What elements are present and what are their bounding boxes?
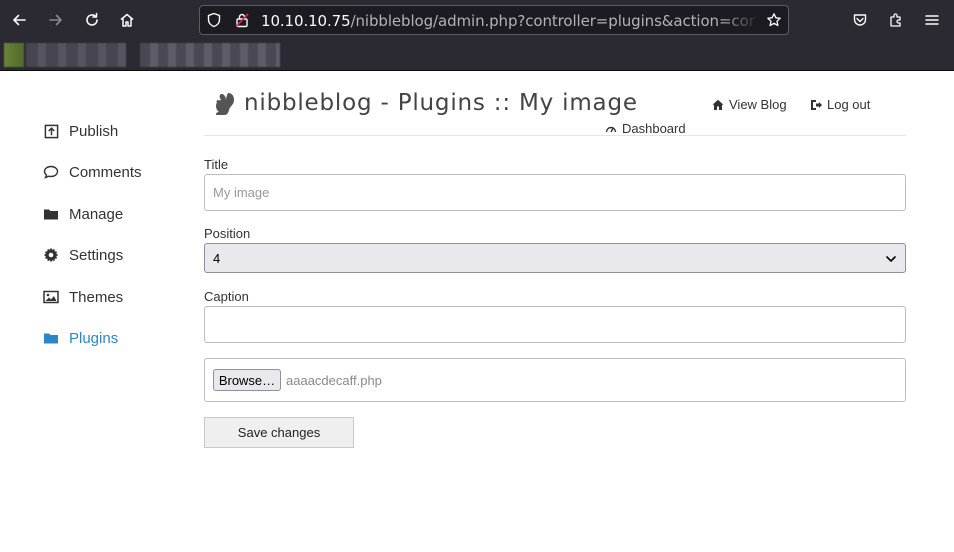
bookmark-favicon-blurred[interactable] — [4, 43, 24, 67]
bookmark-item-blurred[interactable] — [140, 43, 280, 67]
position-select-value: 4 — [213, 250, 221, 266]
home-icon — [120, 13, 134, 27]
sidebar-item-plugins[interactable]: Plugins — [42, 326, 118, 350]
forward-arrow-icon — [49, 14, 62, 26]
shield-icon[interactable] — [206, 12, 222, 28]
dashboard-link[interactable]: Dashboard — [605, 121, 686, 136]
forward-button[interactable] — [42, 6, 70, 34]
folder-open-icon — [42, 329, 60, 347]
caption-label: Caption — [204, 289, 249, 304]
position-select[interactable]: 4 — [204, 243, 906, 273]
page-title: nibbleblog - Plugins :: My image — [244, 90, 638, 116]
home-button[interactable] — [113, 6, 141, 34]
position-label: Position — [204, 226, 251, 241]
sidebar-item-label: Plugins — [69, 329, 119, 347]
view-blog-link[interactable]: View Blog — [712, 97, 787, 112]
back-arrow-icon — [13, 14, 26, 26]
title-label: Title — [204, 157, 229, 172]
sidebar-item-comments[interactable]: Comments — [42, 160, 142, 184]
chevron-down-icon — [886, 256, 896, 262]
log-out-link[interactable]: Log out — [810, 97, 870, 112]
log-out-label: Log out — [827, 97, 871, 112]
url-fade — [720, 6, 760, 34]
image-icon — [42, 288, 60, 306]
menu-icon[interactable] — [922, 10, 942, 30]
save-changes-button[interactable]: Save changes — [204, 417, 354, 448]
comment-icon — [42, 163, 60, 181]
sidebar-item-label: Themes — [69, 288, 124, 306]
file-upload-field: Browse… aaaacdecaff.php — [204, 358, 906, 402]
gear-icon — [42, 246, 60, 264]
view-blog-label: View Blog — [729, 97, 787, 112]
extensions-icon[interactable] — [886, 10, 906, 30]
browser-toolbar: 10.10.10.75/nibbleblog/admin.php?control… — [0, 0, 954, 40]
bookmark-item-blurred[interactable] — [26, 43, 126, 67]
sidebar-item-manage[interactable]: Manage — [42, 202, 123, 226]
url-host: 10.10.10.75 — [261, 12, 351, 30]
sidebar-item-label: Manage — [69, 205, 124, 223]
selected-file-name: aaaacdecaff.php — [286, 373, 382, 388]
browse-button[interactable]: Browse… — [213, 369, 281, 391]
back-button[interactable] — [5, 6, 33, 34]
dashboard-label: Dashboard — [622, 121, 686, 136]
bookmarks-toolbar — [0, 40, 954, 71]
sidebar-item-publish[interactable]: Publish — [42, 119, 118, 143]
home-icon — [712, 99, 724, 111]
dashboard-gauge-icon — [605, 123, 617, 135]
url-text[interactable]: 10.10.10.75/nibbleblog/admin.php?control… — [261, 12, 755, 30]
sidebar-item-themes[interactable]: Themes — [42, 285, 123, 309]
url-bar[interactable]: 10.10.10.75/nibbleblog/admin.php?control… — [199, 5, 789, 35]
pocket-icon[interactable] — [850, 10, 870, 30]
folder-icon — [42, 205, 60, 223]
page-header: nibbleblog - Plugins :: My image View Bl… — [204, 86, 906, 136]
sidebar-item-settings[interactable]: Settings — [42, 243, 123, 267]
publish-icon — [42, 122, 60, 140]
reload-icon — [86, 12, 98, 26]
sidebar-item-label: Comments — [69, 163, 142, 181]
sidebar-item-label: Publish — [69, 122, 119, 140]
bookmark-star-icon[interactable] — [766, 12, 782, 28]
sidebar-item-label: Settings — [69, 246, 124, 264]
title-input-value: My image — [213, 185, 270, 200]
log-out-icon — [810, 99, 822, 111]
reload-button[interactable] — [78, 6, 106, 34]
squirrel-logo-icon — [212, 91, 236, 117]
title-input[interactable]: My image — [204, 174, 906, 211]
url-path: /nibbleblog/admin.php?controller=plugins… — [350, 12, 755, 30]
insecure-lock-icon[interactable] — [234, 12, 250, 28]
caption-input[interactable] — [204, 306, 906, 343]
